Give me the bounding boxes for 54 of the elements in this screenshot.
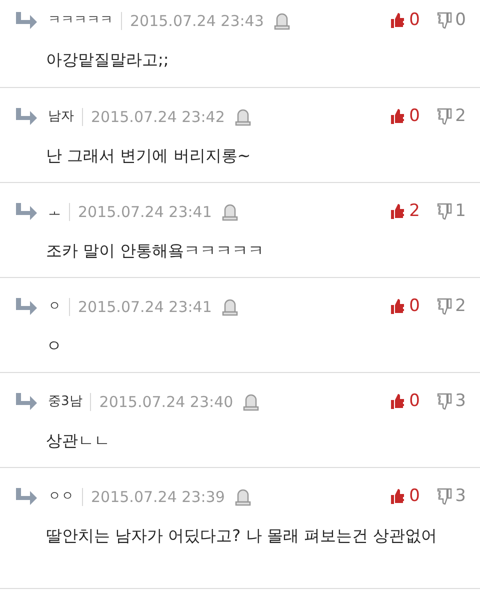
comment-author: 중3남 bbox=[48, 393, 82, 411]
comment-text: 조카 말이 안통해욬ㅋㅋㅋㅋㅋ bbox=[46, 240, 266, 262]
thumbs-up-icon[interactable] bbox=[390, 203, 406, 220]
like-count: 0 bbox=[408, 295, 421, 318]
thumbs-down-icon[interactable] bbox=[437, 108, 452, 126]
like-count: 0 bbox=[408, 485, 421, 508]
comment-date: 2015.07.24 23:41 bbox=[78, 202, 212, 222]
reply-arrow-icon bbox=[14, 298, 38, 316]
dislike-count: 3 bbox=[454, 485, 466, 508]
comment-text: 난 그래서 변기에 버리지롱~ bbox=[46, 144, 252, 166]
reply-arrow-icon bbox=[14, 12, 38, 30]
comment-date: 2015.07.24 23:43 bbox=[130, 10, 264, 32]
comment-date: 2015.07.24 23:39 bbox=[91, 486, 225, 508]
comment-date: 2015.07.24 23:41 bbox=[78, 296, 212, 318]
like-count: 0 bbox=[408, 9, 421, 32]
report-bell-icon[interactable] bbox=[222, 202, 238, 221]
reply-arrow-icon bbox=[14, 108, 38, 126]
report-bell-icon[interactable] bbox=[234, 488, 251, 506]
dislike-count: 0 bbox=[454, 9, 466, 32]
like-count: 0 bbox=[408, 105, 421, 128]
thumbs-down-icon[interactable] bbox=[437, 393, 452, 410]
comment-date: 2015.07.24 23:42 bbox=[91, 106, 225, 128]
dislike-count: 2 bbox=[454, 105, 466, 128]
reply-arrow-icon bbox=[14, 392, 38, 411]
report-bell-icon[interactable] bbox=[234, 108, 251, 126]
comment-author: ㅇ bbox=[48, 298, 61, 316]
thumbs-up-icon[interactable] bbox=[390, 12, 406, 30]
like-count: 0 bbox=[408, 390, 421, 413]
comment-text: ㅇ bbox=[46, 334, 63, 356]
comment-text: 상관ㄴㄴ bbox=[46, 430, 111, 452]
comment-author: 남자 bbox=[48, 108, 74, 126]
thumbs-up-icon[interactable] bbox=[390, 488, 406, 506]
thumbs-up-icon[interactable] bbox=[390, 298, 406, 316]
thumbs-down-icon[interactable] bbox=[437, 298, 452, 316]
comment-date: 2015.07.24 23:40 bbox=[99, 392, 234, 412]
report-bell-icon[interactable] bbox=[222, 298, 238, 316]
thumbs-down-icon[interactable] bbox=[437, 12, 452, 30]
thumbs-up-icon[interactable] bbox=[390, 108, 406, 126]
report-bell-icon[interactable] bbox=[274, 12, 290, 30]
comment-text: 아강맡질말라고;; bbox=[46, 48, 170, 70]
like-count: 2 bbox=[408, 200, 421, 223]
comment-text: 딸안치는 남자가 어딨다고? 나 몰래 펴보는건 상관없어 bbox=[46, 524, 438, 546]
thumbs-down-icon[interactable] bbox=[437, 488, 452, 506]
comment-author: ㅇㅇ bbox=[48, 488, 74, 506]
thumbs-down-icon[interactable] bbox=[437, 203, 452, 220]
reply-arrow-icon bbox=[14, 488, 38, 506]
dislike-count: 3 bbox=[454, 390, 466, 413]
reply-arrow-icon bbox=[14, 202, 38, 221]
dislike-count: 1 bbox=[454, 200, 466, 223]
comment-author: ㅗ bbox=[48, 203, 61, 221]
report-bell-icon[interactable] bbox=[243, 392, 260, 411]
thumbs-up-icon[interactable] bbox=[390, 393, 406, 410]
comment-author: ㅋㅋㅋㅋㅋ bbox=[48, 12, 113, 30]
dislike-count: 2 bbox=[454, 295, 466, 318]
